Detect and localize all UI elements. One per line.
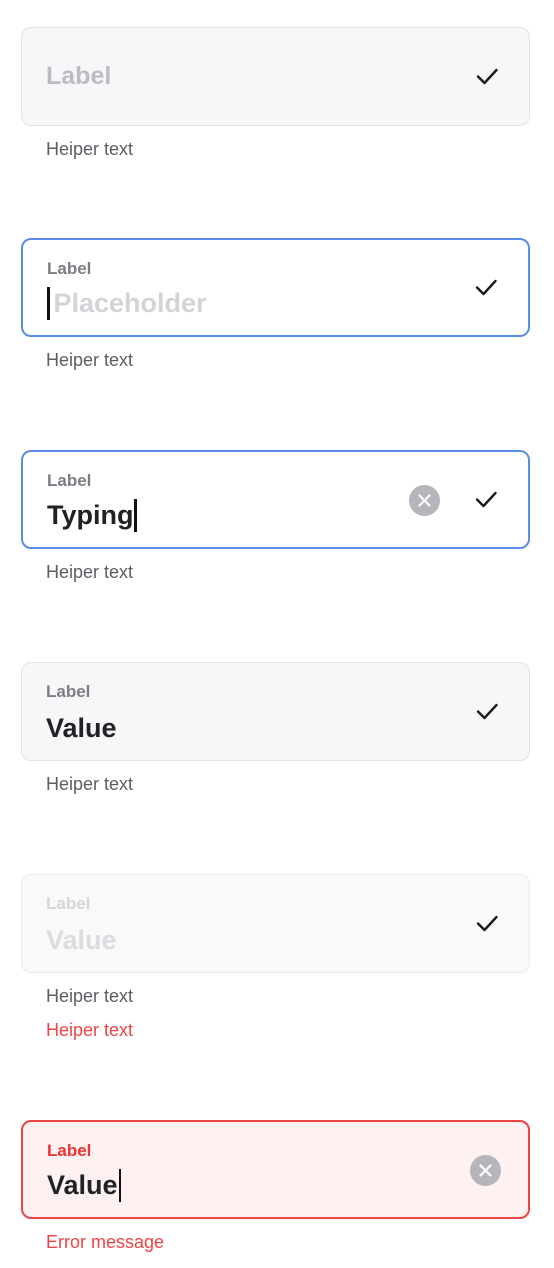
field-value: Value (46, 924, 117, 955)
field-value: Value (47, 1169, 118, 1200)
field-placeholder: Placeholder (53, 287, 207, 318)
clear-button[interactable] (409, 485, 440, 516)
field-label: Label (47, 1141, 92, 1160)
text-field-typing[interactable]: Label Typing (21, 450, 530, 549)
text-caret (47, 286, 50, 320)
field-value: Value (46, 712, 117, 743)
helper-text: Heiper text (46, 139, 134, 159)
check-icon (476, 703, 498, 720)
field-label: Label (47, 259, 92, 278)
check-icon (476, 68, 498, 85)
text-field-default[interactable]: Label (21, 27, 530, 126)
helper-text: Heiper text (46, 774, 134, 794)
check-icon (475, 279, 497, 296)
helper-text: Heiper text (46, 986, 134, 1006)
text-field-disabled: Label Value (21, 874, 530, 973)
field-label: Label (46, 682, 91, 701)
check-icon (475, 491, 497, 508)
helper-text: Heiper text (46, 350, 134, 370)
helper-text: Heiper text (46, 562, 134, 582)
check-icon (476, 915, 498, 932)
helper-text-error: Heiper text (46, 1020, 134, 1040)
clear-x-icon (479, 1164, 492, 1177)
field-label: Label (46, 894, 91, 913)
text-field-error[interactable]: Label Value (21, 1120, 530, 1219)
text-field-filled[interactable]: Label Value (21, 662, 530, 761)
field-label: Label (47, 471, 92, 490)
clear-button[interactable] (470, 1155, 501, 1186)
error-message: Error message (46, 1232, 165, 1252)
text-caret (134, 498, 137, 532)
field-label: Label (46, 62, 112, 90)
text-field-focused[interactable]: Label Placeholder (21, 238, 530, 337)
field-value: Typing (47, 499, 134, 530)
clear-x-icon (418, 494, 431, 507)
text-caret (118, 1168, 122, 1202)
